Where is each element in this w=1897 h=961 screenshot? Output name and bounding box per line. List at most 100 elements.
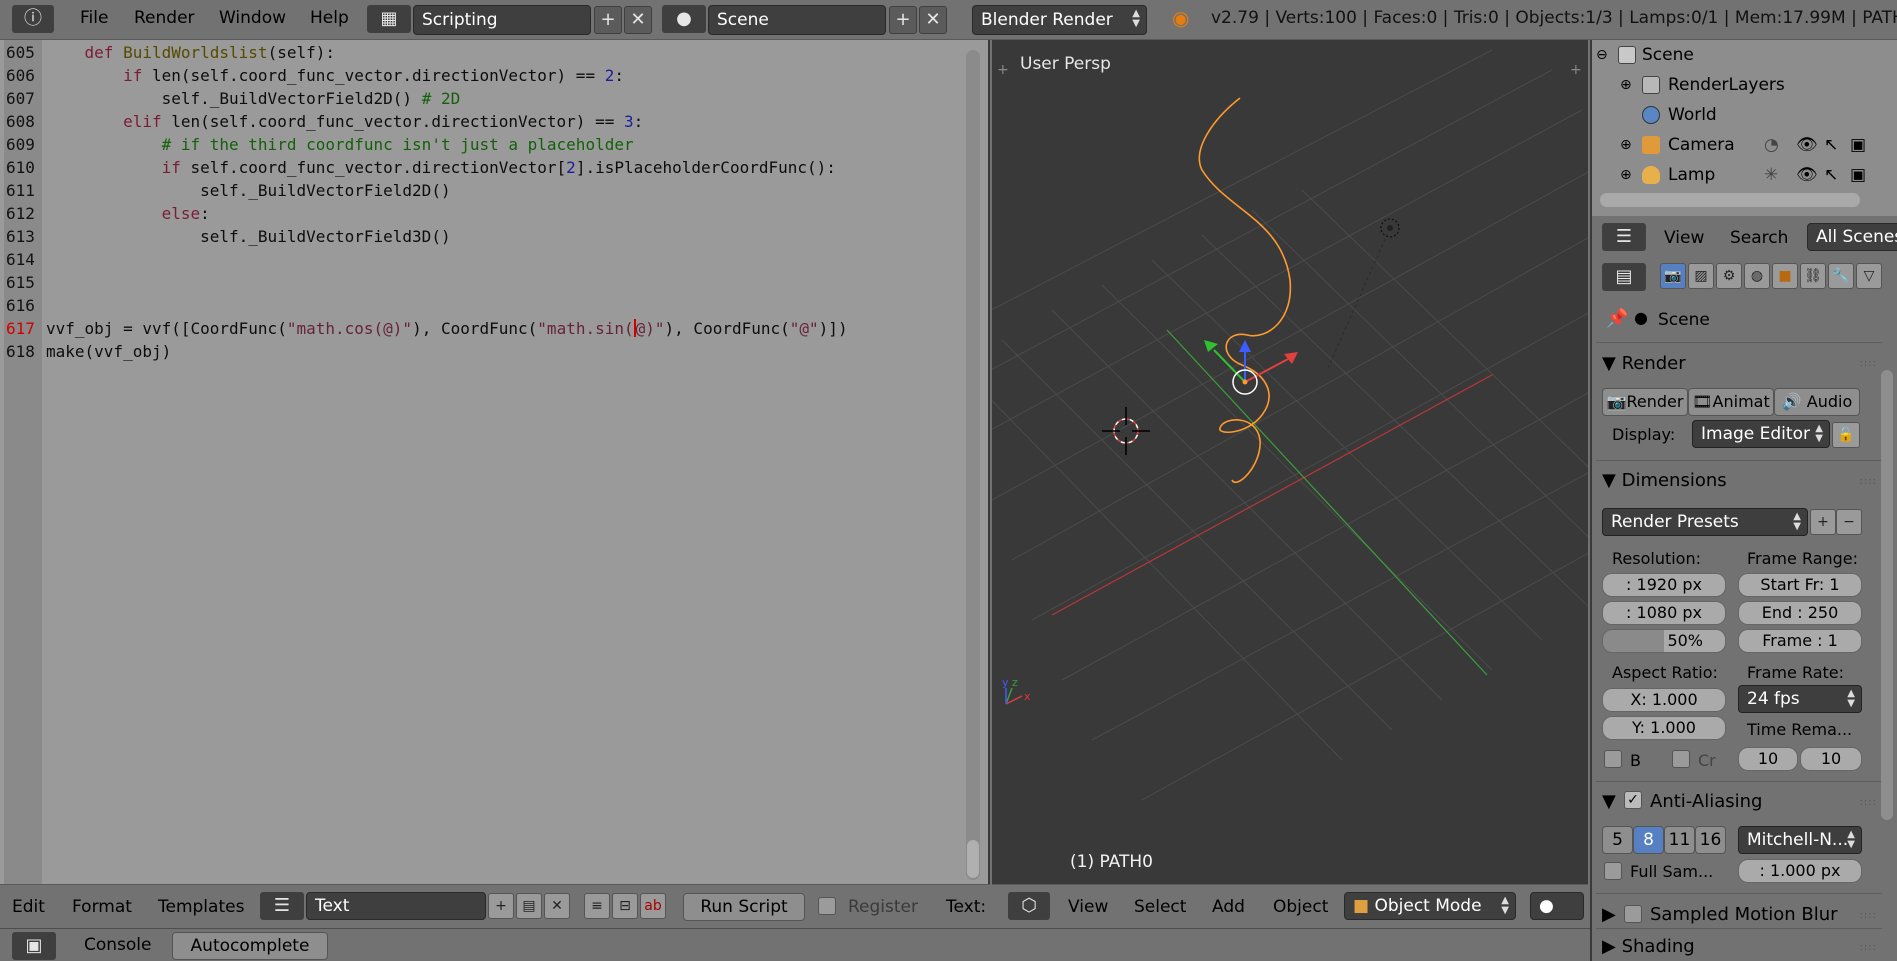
code-line[interactable]: make(vvf_obj) [46, 342, 171, 361]
expand-icon[interactable]: ⊖ [1596, 40, 1608, 70]
expand-icon[interactable]: ⊕ [1620, 70, 1632, 100]
view3d-editor-type-icon[interactable]: ⬡ [1008, 892, 1050, 920]
scene-icon[interactable]: ● [662, 5, 706, 33]
autocomplete-button[interactable]: Autocomplete [172, 932, 328, 960]
frame-step-field[interactable]: Frame : 1 [1738, 629, 1862, 653]
render-engine-dropdown[interactable]: Blender Render ▲ ▼ [972, 5, 1147, 35]
expand-icon[interactable]: ⊕ [1620, 160, 1632, 190]
constraints-tab-icon[interactable]: ⛓ [1800, 263, 1826, 289]
outliner-row-lamp[interactable]: ⊕ Lamp ✳ 👁 ↖ ▣ [1592, 160, 1897, 190]
editor-scrollbar-thumb[interactable] [967, 840, 979, 878]
modifiers-tab-icon[interactable]: 🔧 [1828, 263, 1854, 289]
renderable-camera-icon[interactable]: ▣ [1850, 160, 1866, 190]
gizmo-x-arrowhead[interactable] [1284, 352, 1298, 364]
menu-format[interactable]: Format [72, 897, 132, 917]
menu-outliner-view[interactable]: View [1664, 228, 1704, 248]
code-line[interactable]: self._BuildVectorField2D() # 2D [46, 89, 461, 108]
text-datablock-icon[interactable]: ☰ [260, 892, 304, 920]
aa-samples-8-button[interactable]: 8 [1633, 826, 1664, 854]
aa-samples-5-button[interactable]: 5 [1602, 826, 1633, 854]
visibility-eye-icon[interactable]: 👁 [1796, 160, 1818, 190]
line-numbers-toggle-icon[interactable]: ≡ [584, 893, 610, 919]
menu-console[interactable]: Console [84, 935, 152, 955]
outliner-row-renderlayers[interactable]: ⊕ RenderLayers [1592, 70, 1897, 100]
render-layers-tab-icon[interactable]: ▨ [1688, 263, 1714, 289]
outliner-filter-dropdown[interactable]: All Scenes [1807, 223, 1897, 251]
aa-samples-11-button[interactable]: 11 [1664, 826, 1695, 854]
object-tab-icon[interactable]: ■ [1772, 263, 1798, 289]
outliner-row-camera[interactable]: ⊕ Camera ◔ 👁 ↖ ▣ [1592, 130, 1897, 160]
viewport-shading-dropdown[interactable]: ● [1530, 892, 1584, 920]
panel-grip-icon[interactable]: :::: [1860, 358, 1877, 369]
selectable-arrow-icon[interactable]: ↖ [1824, 130, 1838, 160]
open-text-icon[interactable]: ▤ [516, 893, 542, 919]
render-audio-button[interactable]: 🔊 Audio [1774, 388, 1860, 416]
layout-grid-icon[interactable]: ▦ [367, 5, 411, 33]
filter-size-field[interactable]: : 1.000 px [1738, 859, 1862, 883]
render-panel-header[interactable]: ▼ Render [1602, 353, 1686, 374]
code-line[interactable]: self._BuildVectorField3D() [46, 227, 450, 246]
menu-edit[interactable]: Edit [12, 897, 45, 917]
render-tab-icon[interactable]: 📷 [1660, 263, 1686, 289]
resolution-x-field[interactable]: : 1920 px [1602, 573, 1726, 597]
code-line[interactable]: else: [46, 204, 210, 223]
pin-icon[interactable]: 📌 [1606, 308, 1628, 329]
menu-render[interactable]: Render [134, 8, 195, 28]
scene-tab-icon[interactable]: ⚙ [1716, 263, 1742, 289]
3d-viewport[interactable]: y z x + + User Persp (1) PATH0 [992, 40, 1588, 884]
code-line[interactable]: if self.coord_func_vector.directionVecto… [46, 158, 836, 177]
render-animation-button[interactable]: 🎞Animat [1688, 388, 1774, 416]
anti-aliasing-panel-header[interactable]: ▼ [1602, 791, 1616, 812]
render-still-button[interactable]: 📷Render [1602, 388, 1688, 416]
border-checkbox[interactable] [1604, 750, 1622, 768]
full-sample-checkbox[interactable] [1604, 862, 1622, 880]
aspect-x-field[interactable]: X: 1.000 [1602, 688, 1726, 712]
code-line[interactable]: if len(self.coord_func_vector.directionV… [46, 66, 624, 85]
resolution-percentage-slider[interactable]: 50% [1602, 629, 1726, 653]
crop-checkbox[interactable] [1672, 750, 1690, 768]
shading-panel-header[interactable]: ▶ Shading [1602, 936, 1695, 957]
start-frame-field[interactable]: Start Fr: 1 [1738, 573, 1862, 597]
remove-preset-icon[interactable]: − [1836, 509, 1862, 535]
lamp-icon[interactable] [1380, 218, 1400, 238]
info-editor-type-icon[interactable]: ⓘ [12, 5, 54, 33]
data-tab-icon[interactable]: ▽ [1856, 263, 1882, 289]
menu-select[interactable]: Select [1134, 897, 1186, 917]
resolution-y-field[interactable]: : 1080 px [1602, 601, 1726, 625]
menu-help[interactable]: Help [310, 8, 349, 28]
code-line[interactable]: self._BuildVectorField2D() [46, 181, 450, 200]
outliner-row-scene[interactable]: ⊖ Scene [1592, 40, 1897, 70]
code-line[interactable]: elif len(self.coord_func_vector.directio… [46, 112, 643, 131]
code-line[interactable]: # if the third coordfunc isn't just a pl… [46, 135, 634, 154]
text-datablock-field[interactable]: Text [306, 892, 486, 920]
outliner-display-mode-icon[interactable]: ☰ [1602, 223, 1646, 251]
menu-window[interactable]: Window [219, 8, 286, 28]
motion-blur-panel-header[interactable]: ▶ [1602, 904, 1616, 925]
anti-aliasing-checkbox[interactable]: ✓ [1624, 791, 1642, 809]
time-remap-old-field[interactable]: 10 [1738, 747, 1798, 771]
properties-editor-type-icon[interactable]: ▤ [1602, 263, 1646, 291]
expand-icon[interactable]: ⊕ [1620, 130, 1632, 160]
code-line[interactable]: vvf_obj = vvf([CoordFunc("math.cos(@)"),… [46, 319, 848, 338]
properties-scrollbar[interactable] [1881, 370, 1893, 820]
console-editor-type-icon[interactable]: ▣ [12, 932, 56, 960]
menu-add[interactable]: Add [1212, 897, 1245, 917]
visibility-eye-icon[interactable]: 👁 [1796, 130, 1818, 160]
menu-view[interactable]: View [1068, 897, 1108, 917]
panel-grip-icon[interactable]: :::: [1860, 797, 1877, 808]
lock-interface-icon[interactable]: 🔓 [1832, 422, 1860, 448]
add-region-left-icon[interactable]: + [997, 62, 1009, 78]
outliner-scrollbar[interactable] [1600, 193, 1860, 207]
aspect-y-field[interactable]: Y: 1.000 [1602, 716, 1726, 740]
display-dropdown[interactable]: Image Editor ▲ ▼ [1692, 420, 1830, 448]
new-text-icon[interactable]: + [488, 893, 514, 919]
render-presets-dropdown[interactable]: Render Presets ▲ ▼ [1602, 508, 1808, 536]
world-tab-icon[interactable]: ◍ [1744, 263, 1770, 289]
properties-editor[interactable]: ▤ 📷 ▨ ⚙ ◍ ■ ⛓ 🔧 ▽ 📌 ● Scene ▼ Render :::… [1590, 260, 1897, 961]
code-line[interactable]: def BuildWorldslist(self): [46, 43, 335, 62]
viewport-canvas[interactable]: y z x + + [992, 40, 1588, 884]
editor-scrollbar[interactable] [966, 50, 980, 880]
add-screen-button[interactable]: + [594, 6, 622, 34]
word-wrap-toggle-icon[interactable]: ⊟ [612, 893, 638, 919]
outliner[interactable]: ⊖ Scene ⊕ RenderLayers World ⊕ Camera ◔ … [1590, 40, 1897, 216]
